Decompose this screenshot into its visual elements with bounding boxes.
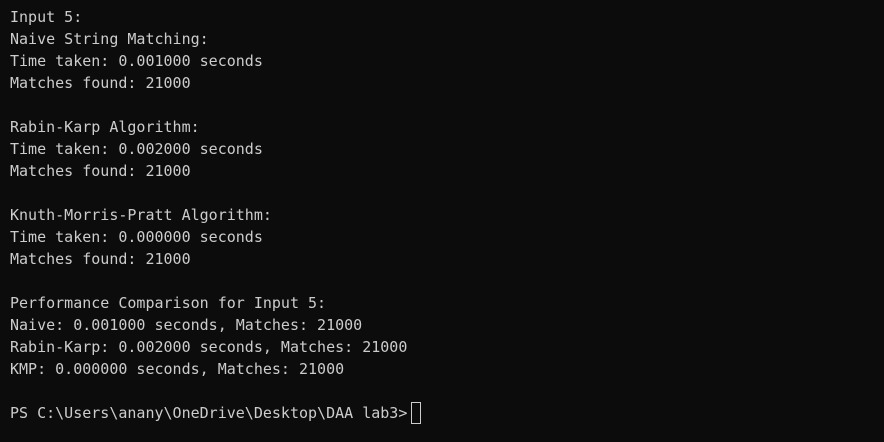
output-line: Knuth-Morris-Pratt Algorithm: — [10, 206, 272, 224]
prompt-text: PS C:\Users\anany\OneDrive\Desktop\DAA l… — [10, 404, 408, 422]
output-line: Matches found: 21000 — [10, 74, 191, 92]
output-line: Matches found: 21000 — [10, 250, 191, 268]
terminal-window[interactable]: Input 5: Naive String Matching: Time tak… — [0, 0, 884, 442]
output-line: Rabin-Karp: 0.002000 seconds, Matches: 2… — [10, 338, 408, 356]
output-line: Input 5: — [10, 8, 83, 26]
text-cursor[interactable] — [411, 402, 422, 424]
output-line: Performance Comparison for Input 5: — [10, 294, 327, 312]
output-line: Time taken: 0.001000 seconds — [10, 52, 263, 70]
output-line: KMP: 0.000000 seconds, Matches: 21000 — [10, 360, 345, 378]
output-line: Rabin-Karp Algorithm: — [10, 118, 200, 136]
output-line: Matches found: 21000 — [10, 162, 191, 180]
output-line: Naive String Matching: — [10, 30, 209, 48]
output-line: Time taken: 0.002000 seconds — [10, 140, 263, 158]
output-line: Naive: 0.001000 seconds, Matches: 21000 — [10, 316, 363, 334]
output-line: Time taken: 0.000000 seconds — [10, 228, 263, 246]
prompt-line[interactable]: PS C:\Users\anany\OneDrive\Desktop\DAA l… — [10, 402, 884, 424]
